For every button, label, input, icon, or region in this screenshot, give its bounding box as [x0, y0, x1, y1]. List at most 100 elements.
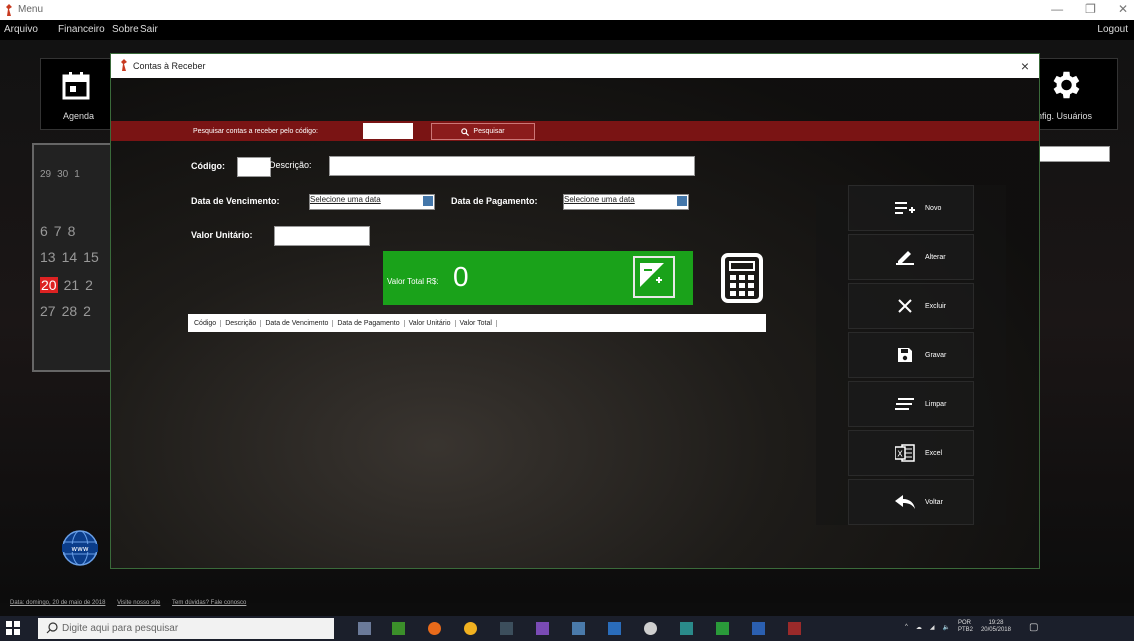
app-icon[interactable] — [644, 622, 657, 635]
calendar-day[interactable]: 27 — [40, 303, 56, 319]
config-users-tile[interactable]: nfig. Usuários — [1036, 58, 1118, 130]
calendar-day[interactable]: 6 — [40, 223, 48, 239]
logout-link[interactable]: Logout — [1097, 24, 1128, 35]
app-icon[interactable] — [608, 622, 621, 635]
excluir-button[interactable]: Excluir — [848, 283, 974, 329]
website-globe-icon[interactable]: www — [60, 528, 100, 568]
menu-sair[interactable]: Sair — [140, 24, 158, 35]
excel-taskbar-icon[interactable] — [716, 622, 729, 635]
menubar: Arquivo Financeiro Sobre Sair Logout — [0, 20, 1134, 40]
task-view-icon[interactable] — [358, 622, 371, 635]
grid-col-valor-unitario[interactable]: Valor Unitário — [409, 319, 456, 327]
status-contact-link[interactable]: Tem dúvidas? Fale conosco — [172, 600, 246, 606]
menu-arquivo[interactable]: Arquivo — [4, 24, 38, 35]
search-strip: Pesquisar contas a receber pelo código: … — [111, 121, 1039, 141]
word-taskbar-icon[interactable] — [752, 622, 765, 635]
total-label: Valor Total R$: — [387, 277, 439, 286]
taskbar-clock[interactable]: 19:28 20/05/2018 — [981, 620, 1011, 634]
alterar-button[interactable]: Alterar — [848, 234, 974, 280]
app-icon[interactable] — [680, 622, 693, 635]
limpar-button[interactable]: Limpar — [848, 381, 974, 427]
calendar-day[interactable]: 21 — [64, 277, 80, 293]
close-icon[interactable]: × — [1021, 58, 1029, 74]
clear-lines-icon — [895, 398, 914, 410]
calendar-day[interactable]: 2 — [85, 277, 93, 293]
windows-start-icon[interactable] — [6, 621, 20, 635]
language-indicator[interactable]: POR PTB2 — [958, 620, 973, 634]
calendar-day[interactable]: 8 — [68, 223, 76, 239]
app-title: Menu — [18, 4, 44, 15]
taskbar-search-box[interactable]: Digite aqui para pesquisar — [38, 618, 334, 639]
calendar-icon[interactable] — [677, 196, 687, 206]
calendar-day[interactable]: 7 — [54, 223, 62, 239]
notification-icon[interactable]: ▢ — [1029, 622, 1038, 633]
grid-col-pagamento[interactable]: Data de Pagamento — [337, 319, 405, 327]
descricao-input[interactable] — [329, 156, 695, 176]
child-titlebar: Contas à Receber × — [111, 54, 1039, 78]
pagamento-date-picker[interactable]: Selecione uma data — [563, 194, 689, 210]
menu-sobre[interactable]: Sobre — [112, 24, 139, 35]
minimize-icon[interactable]: — — [1051, 2, 1063, 16]
tray-chevron-icon[interactable]: ^ — [905, 624, 908, 630]
firefox-icon[interactable] — [428, 622, 441, 635]
menu-financeiro[interactable]: Financeiro — [58, 24, 105, 35]
codigo-label: Código: — [191, 161, 225, 171]
grid-col-vencimento[interactable]: Data de Vencimento — [265, 319, 334, 327]
calculator-icon[interactable] — [721, 253, 763, 303]
limpar-label: Limpar — [925, 400, 947, 408]
app-icon[interactable] — [500, 622, 513, 635]
search-code-input[interactable] — [363, 123, 413, 139]
file-explorer-icon[interactable] — [392, 622, 405, 635]
calendar-week: 20 21 2 — [40, 277, 93, 293]
calendar-day[interactable]: 1 — [74, 169, 80, 180]
grid-col-descricao[interactable]: Descrição — [225, 319, 262, 327]
child-window-title: Contas à Receber — [133, 61, 206, 71]
app-logo-icon — [121, 59, 127, 71]
valor-unitario-input[interactable] — [274, 226, 370, 246]
calendar-day[interactable]: 30 — [57, 169, 68, 180]
calendar-day[interactable]: 28 — [62, 303, 78, 319]
codigo-input[interactable] — [237, 157, 271, 177]
maximize-icon[interactable]: ❐ — [1085, 2, 1096, 16]
visual-studio-icon[interactable] — [536, 622, 549, 635]
gravar-button[interactable]: Gravar — [848, 332, 974, 378]
search-button-label: Pesquisar — [473, 128, 505, 135]
calendar-day[interactable]: 29 — [40, 169, 51, 180]
calendar-day[interactable]: 13 — [40, 249, 56, 265]
vencimento-date-value: Selecione uma data — [310, 195, 381, 204]
calendar-day[interactable]: 14 — [62, 249, 78, 265]
grid-col-codigo[interactable]: Código — [194, 319, 222, 327]
gravar-label: Gravar — [925, 351, 947, 359]
clock-date: 20/05/2018 — [980, 627, 1011, 633]
app-icon[interactable] — [572, 622, 585, 635]
cloud-icon[interactable]: ☁ — [916, 624, 922, 631]
volume-icon[interactable]: 🔈 — [942, 624, 949, 631]
floppy-icon — [898, 348, 912, 362]
agenda-tile[interactable]: Agenda — [40, 58, 112, 130]
vencimento-date-picker[interactable]: Selecione uma data — [309, 194, 435, 210]
chrome-icon[interactable] — [464, 622, 477, 635]
taskbar-search-placeholder: Digite aqui para pesquisar — [62, 623, 179, 634]
status-site-link[interactable]: Visite nosso site — [117, 600, 160, 606]
app-running-icon[interactable] — [788, 622, 801, 635]
calendar-icon[interactable] — [423, 196, 433, 206]
calendar-day-today[interactable]: 20 — [40, 277, 58, 293]
close-icon[interactable]: ✕ — [1118, 2, 1128, 16]
voltar-button[interactable]: Voltar — [848, 479, 974, 525]
main-search-input[interactable] — [1036, 146, 1110, 162]
descricao-label: Descrição: — [269, 160, 312, 170]
calendar-day[interactable]: 15 — [83, 249, 99, 265]
novo-button[interactable]: Novo — [848, 185, 974, 231]
search-icon — [461, 127, 470, 136]
network-icon[interactable]: ◢ — [930, 624, 935, 631]
status-bar: Data: domingo, 20 de maio de 2018 Visite… — [0, 600, 520, 614]
window-controls: — ❐ ✕ — [1051, 2, 1128, 16]
grid-col-valor-total[interactable]: Valor Total — [460, 319, 497, 327]
search-button[interactable]: Pesquisar — [431, 123, 535, 140]
novo-label: Novo — [925, 204, 942, 212]
excel-button[interactable]: X Excel — [848, 430, 974, 476]
calendar-week: 27 28 2 — [40, 303, 91, 319]
calendar-day[interactable]: 2 — [83, 303, 91, 319]
svg-text:www: www — [71, 545, 88, 553]
calculate-total-button[interactable] — [633, 256, 675, 298]
